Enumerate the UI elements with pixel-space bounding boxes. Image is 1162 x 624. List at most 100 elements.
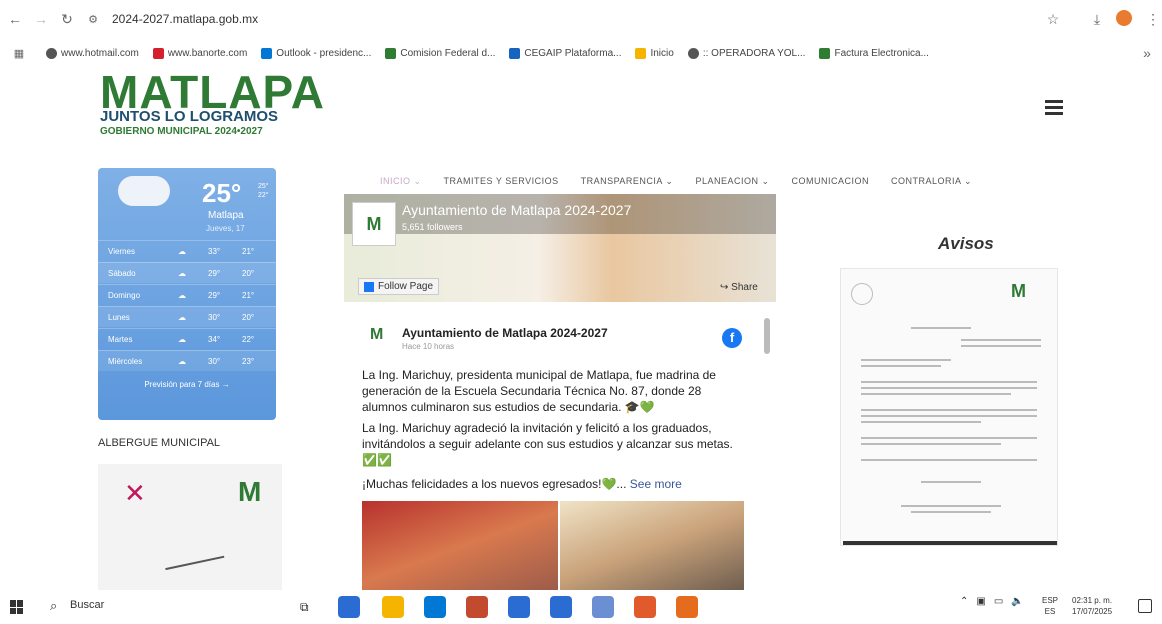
forecast-row: Martes ☁ 34° 22° bbox=[98, 328, 276, 349]
nav-contraloria[interactable]: CONTRALORIA ⌄ bbox=[891, 176, 972, 187]
bookmark-inicio[interactable]: Inicio bbox=[635, 47, 674, 59]
star-icon[interactable]: ☆ bbox=[1040, 6, 1066, 32]
post-time[interactable]: Hace 10 horas bbox=[402, 342, 454, 351]
current-minmax: 25° 22° bbox=[258, 183, 269, 199]
chevron-up-icon[interactable]: ⌃ bbox=[960, 596, 968, 607]
see-more-link[interactable]: See more bbox=[630, 477, 682, 491]
nav-tramites[interactable]: TRAMITES Y SERVICIOS bbox=[444, 176, 559, 187]
weather-city: Matlapa bbox=[208, 210, 244, 221]
bookmark-cfe[interactable]: Comision Federal d... bbox=[385, 47, 495, 59]
cloud-icon: ☁ bbox=[178, 246, 186, 256]
apps-grid-icon[interactable]: ▦ bbox=[6, 40, 32, 66]
file-explorer-app-icon[interactable] bbox=[382, 596, 404, 618]
forecast-row: Viernes ☁ 33° 21° bbox=[98, 240, 276, 261]
cloud-rain-icon bbox=[118, 176, 170, 206]
forecast-row: Domingo ☁ 29° 21° bbox=[98, 284, 276, 305]
aviso-document[interactable]: M bbox=[840, 268, 1058, 546]
albergue-heading: ALBERGUE MUNICIPAL bbox=[98, 437, 221, 449]
nav-transparencia[interactable]: TRANSPARENCIA ⌄ bbox=[581, 176, 674, 187]
forecast-row: Miércoles ☁ 30° 23° bbox=[98, 350, 276, 371]
bookmark-operadora[interactable]: :: OPERADORA YOL... bbox=[687, 47, 805, 59]
chrome-app-icon[interactable] bbox=[634, 596, 656, 618]
post-avatar[interactable]: M bbox=[370, 326, 392, 348]
edge-app-icon[interactable] bbox=[338, 596, 360, 618]
bookmarks-bar: ▦ www.hotmail.com www.banorte.com Outloo… bbox=[0, 40, 1162, 66]
reload-icon[interactable]: ↻ bbox=[54, 6, 80, 32]
post-header: M Ayuntamiento de Matlapa 2024-2027 Hace… bbox=[370, 322, 750, 358]
system-tray: ⌃ ▣ ▭ 🔈 bbox=[960, 596, 1024, 607]
task-view-icon[interactable]: ⧉ bbox=[300, 600, 309, 615]
nav-planeacion[interactable]: PLANEACION ⌄ bbox=[695, 176, 769, 187]
post-photo[interactable] bbox=[560, 501, 744, 593]
bookmark-banorte[interactable]: www.banorte.com bbox=[152, 47, 247, 59]
nav-inicio[interactable]: INICIO ⌄ bbox=[380, 176, 422, 187]
forecast-row: Lunes ☁ 30° 20° bbox=[98, 306, 276, 327]
post-paragraph-1: La Ing. Marichuy, presidenta municipal d… bbox=[362, 368, 716, 414]
outlook-icon bbox=[261, 47, 273, 59]
hamburger-menu-icon[interactable] bbox=[1045, 100, 1063, 118]
seal-icon bbox=[851, 283, 873, 305]
taskbar-search-input[interactable]: Buscar bbox=[70, 599, 104, 611]
cegaip-icon bbox=[509, 47, 521, 59]
search-icon[interactable]: ⌕ bbox=[50, 598, 57, 614]
current-temperature: 25° bbox=[202, 178, 242, 208]
factura-icon bbox=[819, 47, 831, 59]
weather-day: Jueves, 17 bbox=[206, 224, 245, 233]
follow-page-button[interactable]: Follow Page bbox=[358, 278, 440, 295]
banorte-icon bbox=[152, 47, 164, 59]
inicio-icon bbox=[635, 47, 647, 59]
post-photo[interactable] bbox=[362, 501, 558, 593]
site-government-period: GOBIERNO MUNICIPAL 2024•2027 bbox=[100, 126, 263, 137]
post-author[interactable]: Ayuntamiento de Matlapa 2024-2027 bbox=[402, 326, 608, 340]
browser-toolbar: ← → ↻ ⚙ 2024-2027.matlapa.gob.mx ☆ ⤓ ⋮ bbox=[0, 0, 1162, 38]
network-icon[interactable]: ▣ bbox=[976, 596, 985, 607]
dif-albergue-image[interactable]: ✕ M bbox=[98, 464, 282, 594]
matlapa-m-logo: M bbox=[238, 476, 262, 507]
nav-comunicacion[interactable]: COMUNICACION bbox=[792, 176, 870, 187]
forecast-link[interactable]: Previsión para 7 días → bbox=[98, 380, 276, 389]
bookmark-hotmail[interactable]: www.hotmail.com bbox=[46, 47, 139, 59]
facebook-page-name[interactable]: Ayuntamiento de Matlapa 2024-2027 bbox=[402, 202, 631, 218]
feed-scrollbar[interactable] bbox=[764, 318, 770, 354]
system-clock[interactable]: 02:31 p. m. 17/07/2025 bbox=[1072, 595, 1112, 617]
menu-dots-icon[interactable]: ⋮ bbox=[1140, 6, 1162, 32]
language-indicator[interactable]: ESP ES bbox=[1042, 595, 1058, 617]
bookmark-cegaip[interactable]: CEGAIP Plataforma... bbox=[509, 47, 621, 59]
dif-butterfly-logo: ✕ bbox=[124, 478, 146, 508]
volume-icon[interactable]: 🔈 bbox=[1011, 596, 1023, 607]
profile-avatar[interactable] bbox=[1116, 10, 1132, 26]
forward-icon[interactable]: → bbox=[28, 6, 54, 32]
post-paragraph-3: ¡Muchas felicidades a los nuevos egresad… bbox=[362, 477, 682, 491]
word-app-icon[interactable] bbox=[550, 596, 572, 618]
post-paragraph-2: La Ing. Marichuy agradeció la invitación… bbox=[362, 421, 733, 467]
facebook-page-logo[interactable]: M bbox=[352, 202, 396, 246]
document-bottom-bar bbox=[843, 541, 1057, 545]
site-info-icon[interactable]: ⚙ bbox=[80, 6, 106, 32]
more-bookmarks-icon[interactable]: » bbox=[1134, 40, 1160, 66]
bookmark-factura[interactable]: Factura Electronica... bbox=[819, 47, 929, 59]
main-nav: INICIO ⌄ TRAMITES Y SERVICIOS TRANSPAREN… bbox=[380, 176, 972, 187]
share-button[interactable]: ↪ Share bbox=[720, 282, 758, 293]
app-icon[interactable] bbox=[592, 596, 614, 618]
cloud-icon: ☁ bbox=[178, 334, 186, 344]
firefox-app-icon[interactable] bbox=[676, 596, 698, 618]
share-icon: ↪ bbox=[720, 282, 732, 293]
app-icon[interactable] bbox=[466, 596, 488, 618]
facebook-cover[interactable]: M Ayuntamiento de Matlapa 2024-2027 5,65… bbox=[344, 194, 776, 302]
battery-icon[interactable]: ▭ bbox=[994, 596, 1003, 607]
matlapa-signature bbox=[163, 547, 225, 571]
bookmark-outlook[interactable]: Outlook - presidenc... bbox=[261, 47, 371, 59]
calculator-app-icon[interactable] bbox=[508, 596, 530, 618]
windows-start-icon[interactable] bbox=[10, 600, 24, 614]
facebook-icon bbox=[364, 281, 374, 292]
globe-icon bbox=[46, 47, 57, 59]
cfe-icon bbox=[385, 47, 397, 59]
back-icon[interactable]: ← bbox=[2, 6, 28, 32]
weather-widget[interactable]: 25° 25° 22° Matlapa Jueves, 17 Viernes ☁ 33… bbox=[98, 168, 276, 420]
facebook-logo-icon[interactable]: f bbox=[722, 328, 742, 348]
notifications-icon[interactable] bbox=[1138, 599, 1152, 613]
post-photos[interactable] bbox=[362, 501, 744, 593]
outlook-app-icon[interactable] bbox=[424, 596, 446, 618]
download-icon[interactable]: ⤓ bbox=[1084, 6, 1110, 32]
address-bar[interactable]: 2024-2027.matlapa.gob.mx bbox=[112, 12, 258, 26]
